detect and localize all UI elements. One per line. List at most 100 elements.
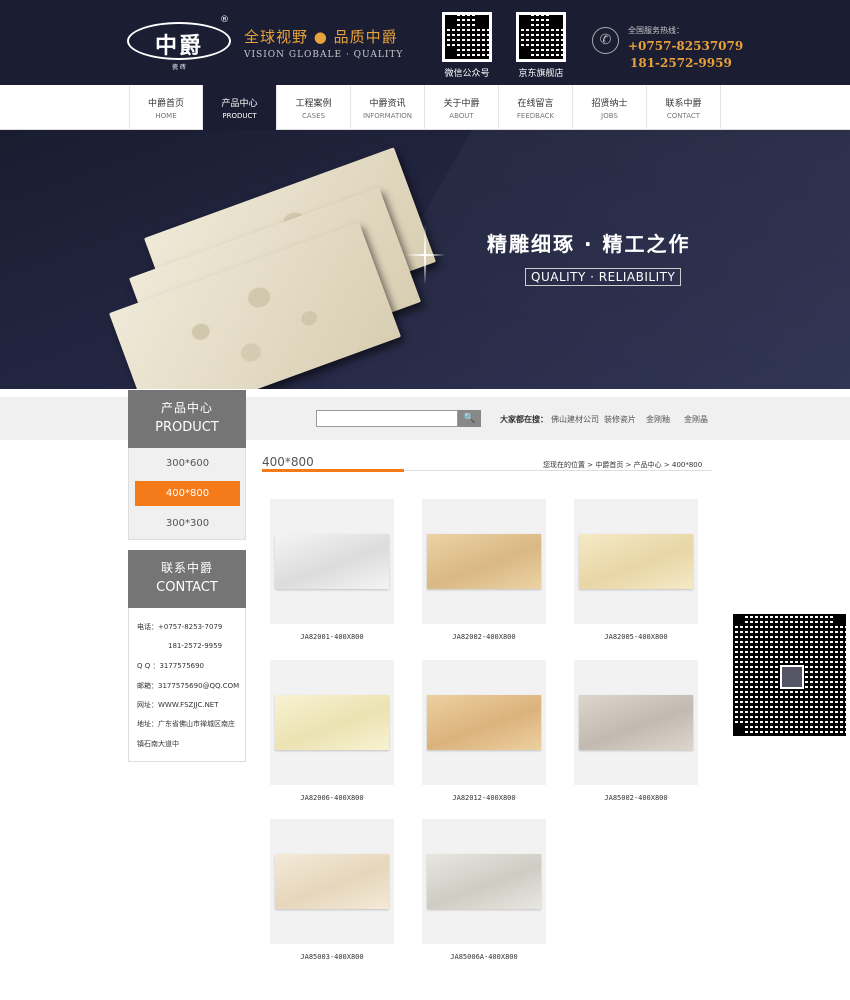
sparkle-icon bbox=[405, 225, 445, 285]
jd-store-qr-label: 京东旗舰店 bbox=[518, 69, 564, 79]
breadcrumb-separator: > bbox=[661, 461, 672, 469]
banner-subtitle: QUALITY · RELIABILITY bbox=[525, 268, 682, 286]
product-label[interactable]: JA85006A-400X800 bbox=[422, 953, 546, 961]
nav-label-cn: 在线留言 bbox=[517, 99, 554, 109]
contact-heading: 联系中爵 CONTACT bbox=[128, 550, 246, 608]
contact-website: 网址：WWW.FSZJJC.NET bbox=[137, 701, 219, 709]
hotline-number-2: 181-2572-9959 bbox=[630, 56, 732, 70]
search-input[interactable] bbox=[316, 410, 458, 427]
product-card[interactable] bbox=[270, 499, 394, 624]
nav-label-cn: 工程案例 bbox=[295, 99, 332, 109]
heading-en: PRODUCT bbox=[155, 420, 219, 435]
nav-label-en: HOME bbox=[155, 112, 177, 120]
hot-search-link[interactable]: 装修瓷片 bbox=[604, 414, 636, 425]
breadcrumb-current[interactable]: 400*800 bbox=[672, 461, 702, 469]
section-accent-bar bbox=[262, 469, 404, 472]
product-card[interactable] bbox=[422, 499, 546, 624]
banner-title: 精雕细琢 · 精工之作 bbox=[487, 232, 691, 256]
nav-label-cn: 联系中爵 bbox=[665, 99, 702, 109]
product-label[interactable]: JA82002-400X800 bbox=[422, 633, 546, 641]
hero-banner: 精雕细琢 · 精工之作 QUALITY · RELIABILITY bbox=[0, 130, 850, 389]
hot-search-link[interactable]: 金刚晶 bbox=[684, 414, 708, 425]
product-image[interactable] bbox=[579, 695, 693, 750]
product-label[interactable]: JA82012-400X800 bbox=[422, 794, 546, 802]
nav-item-about[interactable]: 关于中爵 ABOUT bbox=[425, 85, 499, 130]
product-label[interactable]: JA85003-400X800 bbox=[270, 953, 394, 961]
nav-label-cn: 中爵首页 bbox=[147, 99, 184, 109]
search-icon: 🔍 bbox=[463, 413, 476, 424]
product-label[interactable]: JA82001-400X800 bbox=[270, 633, 394, 641]
contact-email: 邮箱：3177575690@QQ.COM bbox=[137, 682, 240, 690]
product-label[interactable]: JA85002-400X800 bbox=[574, 794, 698, 802]
floating-qr-code bbox=[729, 610, 850, 740]
search-button[interactable]: 🔍 bbox=[458, 410, 481, 427]
nav-item-jobs[interactable]: 招贤纳士 JOBS bbox=[573, 85, 647, 130]
product-card[interactable] bbox=[422, 819, 546, 944]
category-list: 300*600 400*800 300*300 bbox=[128, 448, 246, 540]
hot-search-label: 大家都在搜： bbox=[500, 415, 548, 424]
hot-search-link[interactable]: 金刚釉 bbox=[646, 414, 670, 425]
hotline-label: 全国服务热线： bbox=[628, 26, 684, 35]
product-card[interactable] bbox=[270, 660, 394, 785]
heading-cn: 联系中爵 bbox=[160, 561, 213, 575]
category-item-400x800[interactable]: 400*800 bbox=[135, 481, 240, 506]
wechat-qr-label: 微信公众号 bbox=[444, 69, 490, 79]
breadcrumb: 您现在的位置 > 中爵首页 > 产品中心 > 400*800 bbox=[543, 460, 702, 470]
nav-item-cases[interactable]: 工程案例 CASES bbox=[277, 85, 351, 130]
product-image[interactable] bbox=[427, 854, 541, 909]
breadcrumb-separator: > bbox=[623, 461, 634, 469]
product-image[interactable] bbox=[275, 695, 389, 750]
contact-address: 地址：广东省佛山市禅城区南庄 bbox=[137, 720, 235, 728]
nav-label-en: FEEDBACK bbox=[516, 112, 555, 120]
slogan-english: VISION GLOBALE · QUALITY bbox=[244, 50, 404, 60]
heading-cn: 产品中心 bbox=[160, 401, 213, 415]
product-card[interactable] bbox=[574, 660, 698, 785]
product-card[interactable] bbox=[422, 660, 546, 785]
main-nav: 中爵首页 HOME 产品中心 PRODUCT 工程案例 CASES 中爵资讯 I… bbox=[0, 85, 850, 130]
nav-label-en: JOBS bbox=[601, 112, 618, 120]
logo-subtext: 瓷 砖 bbox=[172, 64, 186, 71]
wechat-qr-code bbox=[442, 12, 492, 62]
nav-item-information[interactable]: 中爵资讯 INFORMATION bbox=[351, 85, 425, 130]
hot-search-link[interactable]: 佛山建材公司 bbox=[551, 414, 599, 425]
nav-item-contact[interactable]: 联系中爵 CONTACT bbox=[647, 85, 721, 130]
category-item-300x300[interactable]: 300*300 bbox=[135, 511, 240, 536]
contact-info-box: 电话：+0757-8253-7079 181-2572-9959 Q Q ：31… bbox=[128, 608, 246, 762]
nav-label-cn: 关于中爵 bbox=[443, 99, 480, 109]
product-image[interactable] bbox=[427, 695, 541, 750]
nav-item-feedback[interactable]: 在线留言 FEEDBACK bbox=[499, 85, 573, 130]
nav-label-cn: 中爵资讯 bbox=[369, 99, 406, 109]
slogan: 全球视野 ● 品质中爵 bbox=[244, 28, 398, 46]
breadcrumb-separator: > bbox=[585, 461, 596, 469]
nav-item-product[interactable]: 产品中心 PRODUCT bbox=[203, 85, 277, 130]
brand-logo[interactable]: 中爵 瓷 砖 bbox=[127, 16, 235, 71]
product-label[interactable]: JA82006-400X800 bbox=[270, 794, 394, 802]
breadcrumb-prefix: 您现在的位置 bbox=[543, 461, 585, 469]
product-label[interactable]: JA82005-400X800 bbox=[574, 633, 698, 641]
nav-label-en: ABOUT bbox=[449, 112, 474, 120]
jd-store-qr-code bbox=[516, 12, 566, 62]
product-image[interactable] bbox=[275, 854, 389, 909]
contact-address-cont: 镇石南大道中 bbox=[137, 740, 179, 748]
product-image[interactable] bbox=[579, 534, 693, 589]
breadcrumb-product[interactable]: 产品中心 bbox=[634, 461, 662, 469]
nav-label-en: CASES bbox=[302, 112, 325, 120]
phone-icon: ✆ bbox=[592, 27, 619, 54]
contact-mobile: 181-2572-9959 bbox=[168, 642, 223, 650]
section-title: 400*800 bbox=[262, 455, 314, 469]
product-card[interactable] bbox=[574, 499, 698, 624]
contact-qq: Q Q ：3177575690 bbox=[137, 662, 205, 670]
product-card[interactable] bbox=[270, 819, 394, 944]
product-image[interactable] bbox=[427, 534, 541, 589]
product-center-heading: 产品中心 PRODUCT bbox=[128, 390, 246, 448]
nav-label-cn: 招贤纳士 bbox=[591, 99, 628, 109]
registered-mark: ® bbox=[220, 15, 229, 25]
category-item-300x600[interactable]: 300*600 bbox=[135, 451, 240, 476]
qr-center-logo bbox=[780, 665, 804, 689]
product-image[interactable] bbox=[275, 534, 389, 589]
nav-label-en: PRODUCT bbox=[222, 112, 257, 120]
nav-label-en: INFORMATION bbox=[362, 112, 413, 120]
contact-phone: 电话：+0757-8253-7079 bbox=[137, 623, 223, 631]
nav-item-home[interactable]: 中爵首页 HOME bbox=[129, 85, 203, 130]
breadcrumb-home[interactable]: 中爵首页 bbox=[595, 461, 623, 469]
